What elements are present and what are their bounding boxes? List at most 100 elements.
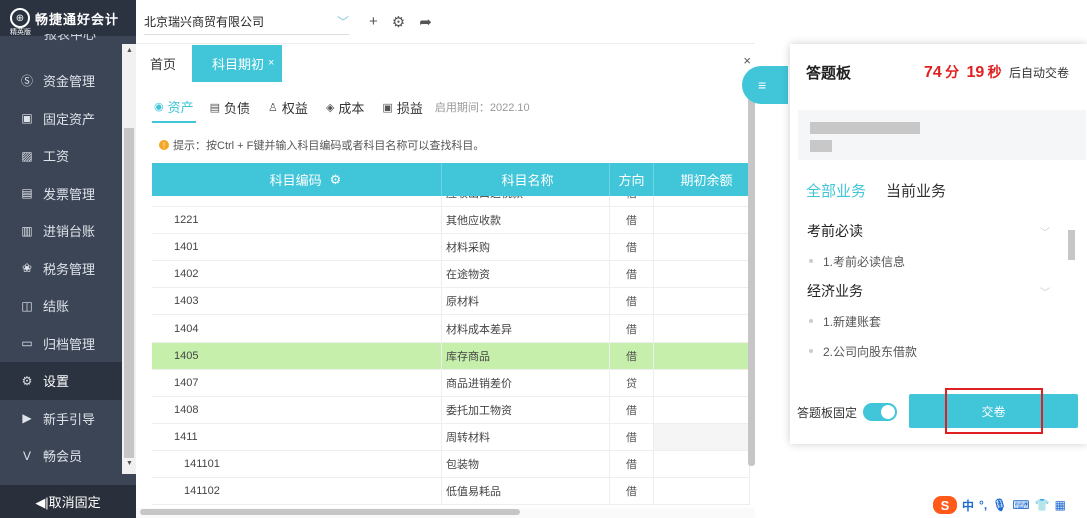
tab-all-business[interactable]: 全部业务 (806, 180, 866, 201)
question-scroll-thumb[interactable] (1068, 230, 1075, 260)
sidebar-item-label: 资金管理 (43, 74, 96, 90)
toolbox-icon[interactable]: ▦ (1055, 498, 1066, 512)
chevron-down-icon: ﹀ (336, 14, 349, 29)
chevron-down-icon: ﹀ (1040, 227, 1050, 239)
table-row[interactable]: 141102 低值易耗品借 (152, 478, 750, 506)
cell-name: 材料成本差异 (442, 315, 610, 342)
table-row[interactable]: 1221 其他应收款借 (152, 207, 750, 235)
sidebar-item-report-partial[interactable]: 报表中心 (44, 34, 96, 44)
cell-opening-balance[interactable] (654, 342, 750, 369)
skin-icon[interactable]: 👕 (1035, 498, 1050, 512)
cell-opening-balance[interactable] (654, 315, 750, 342)
cell-opening-balance[interactable] (654, 450, 750, 478)
sidebar-item-tax[interactable]: ❀ 税务管理 (0, 250, 122, 288)
start-period: 启用期间：2022.10 (434, 102, 530, 114)
top-bar: 北京瑞兴商贸有限公司 ﹀ + ⚙ ➦ (136, 0, 755, 44)
pin-panel-control: 答题板固定 (797, 403, 898, 421)
sidebar-item-gear[interactable]: ⚙ 设置 (0, 362, 122, 400)
sidebar: ⊕ 畅捷通好会计 精英版 报表中心 Ⓢ 资金管理 ▣ 固定资产 ▨ 工资 ▤ 发票管理 ▥ 进销台… (0, 0, 136, 518)
close-tab-icon[interactable]: × (268, 57, 274, 69)
table-row[interactable]: 1133应收出口退税款借 (152, 196, 750, 208)
scroll-up-icon[interactable]: ▲ (126, 47, 133, 54)
share-icon[interactable]: ➦ (419, 13, 432, 31)
sidebar-scroll-thumb[interactable] (124, 128, 134, 458)
table-row[interactable]: 1408 委托加工物资借 (152, 396, 750, 424)
list-item[interactable]: 2.公司向股东借款 (790, 336, 1072, 366)
cell-opening-balance[interactable] (654, 234, 750, 261)
tab-equity[interactable]: ♙ 权益 (268, 98, 308, 117)
unpin-button[interactable]: ◀|取消固定 (0, 485, 136, 518)
cell-code: 141102 (152, 478, 442, 505)
sidebar-scrollbar[interactable]: ▲ ▼ (122, 44, 136, 474)
sidebar-item-guide[interactable]: ▶ 新手引导 (0, 400, 122, 438)
cell-code: 1133 (152, 196, 442, 207)
tab-subject-opening-label: 科目期初 (212, 56, 265, 72)
ime-language[interactable]: 中 (962, 497, 974, 514)
horizontal-scroll-thumb[interactable] (140, 509, 520, 515)
tab-home[interactable]: 首页 (150, 54, 188, 73)
cell-direction: 贷 (610, 369, 654, 396)
sidebar-menu: Ⓢ 资金管理 ▣ 固定资产 ▨ 工资 ▤ 发票管理 ▥ 进销台账 ❀ 税务管理 ◫ 结账 ▭ 归档管理 ⚙ 设置 ▶… (0, 62, 122, 475)
sidebar-item-salary[interactable]: ▨ 工资 (0, 137, 122, 175)
cell-opening-balance[interactable] (654, 478, 750, 505)
tab-subject-opening[interactable]: 科目期初 × (192, 44, 283, 82)
sidebar-item-archive[interactable]: ▭ 归档管理 (0, 325, 122, 363)
cell-opening-balance[interactable] (654, 207, 750, 234)
horizontal-scrollbar[interactable] (136, 508, 755, 518)
cell-code: 1403 (152, 288, 442, 315)
tab-liabilities[interactable]: ▤ 负债 (210, 98, 250, 117)
cell-opening-balance[interactable] (654, 423, 750, 450)
cell-name: 库存商品 (442, 342, 610, 369)
table-row[interactable]: 1411 周转材料借 (152, 423, 750, 451)
tab-profit-loss[interactable]: ▣ 损益 (382, 98, 422, 117)
group-pre-exam[interactable]: 考前必读 ﹀ (790, 216, 1072, 246)
cell-name: 材料采购 (442, 234, 610, 261)
col-direction-header: 方向 (610, 163, 654, 196)
table-row[interactable]: 1407 商品进销差价贷 (152, 369, 750, 397)
cell-code: 141101 (152, 450, 442, 478)
keyboard-icon[interactable]: ⌨ (1012, 498, 1029, 512)
cell-opening-balance[interactable] (654, 288, 750, 315)
table-row[interactable]: 141101 包装物借 (152, 450, 750, 479)
table-row[interactable]: 1404 材料成本差异借 (152, 315, 750, 343)
company-select[interactable]: 北京瑞兴商贸有限公司 ﹀ (144, 9, 349, 35)
microphone-icon[interactable]: 🎙 (992, 498, 1007, 512)
cell-opening-balance[interactable] (654, 396, 750, 423)
tab-cost[interactable]: ◈ 成本 (326, 98, 364, 117)
assets-icon: ◉ (154, 100, 164, 113)
sidebar-item-close-books[interactable]: ◫ 结账 (0, 287, 122, 325)
sidebar-item-money[interactable]: Ⓢ 资金管理 (0, 62, 122, 100)
gear-icon[interactable]: ⚙ (392, 13, 405, 31)
cell-opening-balance[interactable] (654, 261, 750, 288)
list-item[interactable]: 1.新建账套 (790, 306, 1072, 336)
table-row[interactable]: 1405 库存商品借 (152, 342, 750, 370)
table-scroll-thumb[interactable] (748, 96, 755, 466)
table-row[interactable]: 1403 原材料借 (152, 288, 750, 316)
table-row[interactable]: 1401 材料采购借 (152, 234, 750, 262)
panel-menu-button[interactable]: ≡ (742, 66, 788, 104)
pin-panel-toggle[interactable] (863, 403, 898, 421)
tab-assets[interactable]: ◉ 资产 (152, 91, 196, 123)
col-balance-header: 期初余额 (654, 163, 750, 196)
group-economic[interactable]: 经济业务 ﹀ (790, 276, 1072, 306)
table-scrollbar[interactable] (748, 86, 755, 506)
sidebar-item-ledger[interactable]: ▥ 进销台账 (0, 212, 122, 250)
cell-opening-balance[interactable] (654, 196, 750, 207)
close-icon[interactable]: × (743, 53, 751, 68)
tab-current-business[interactable]: 当前业务 (886, 180, 946, 201)
scroll-down-icon[interactable]: ▼ (126, 460, 133, 467)
sidebar-item-asset[interactable]: ▣ 固定资产 (0, 100, 122, 138)
sidebar-item-vip[interactable]: V 畅会员 (0, 437, 122, 475)
punctuation-icon[interactable]: °, (979, 498, 987, 512)
sogou-icon[interactable]: S (933, 496, 957, 514)
question-list-scrollbar[interactable] (1066, 218, 1076, 374)
cell-opening-balance[interactable] (654, 369, 750, 396)
plus-icon[interactable]: + (369, 13, 378, 30)
gear-icon[interactable]: ⚙ (330, 172, 342, 188)
list-item[interactable]: 1.考前必读信息 (790, 246, 1072, 276)
sidebar-item-invoice[interactable]: ▤ 发票管理 (0, 175, 122, 213)
col-code-header[interactable]: 科目编码 ⚙ (152, 163, 442, 196)
cell-name: 周转材料 (442, 423, 610, 450)
panel-title: 答题板 (806, 65, 852, 82)
table-row[interactable]: 1402 在途物资借 (152, 261, 750, 289)
